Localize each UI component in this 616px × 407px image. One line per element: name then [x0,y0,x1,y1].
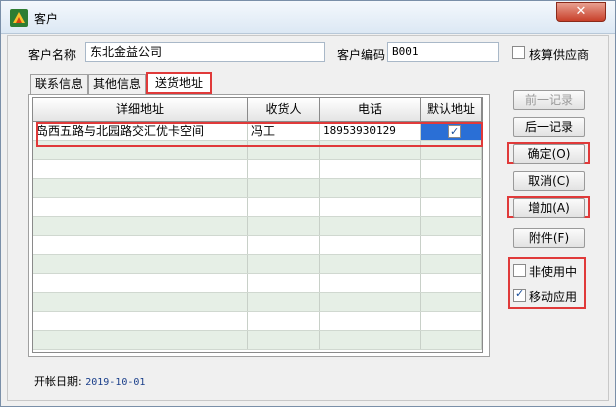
customer-name-field[interactable]: 东北金益公司 [85,42,325,62]
table-row[interactable] [33,331,482,350]
window-title: 客户 [34,12,59,26]
column-header-default[interactable]: 默认地址 [421,98,482,122]
table-cell[interactable] [320,312,421,330]
table-cell[interactable] [320,179,421,197]
table-row[interactable] [33,236,482,255]
table-cell[interactable] [248,198,320,216]
table-cell[interactable] [320,255,421,273]
table-cell[interactable] [320,198,421,216]
table-cell[interactable] [248,331,320,349]
table-row[interactable] [33,274,482,293]
next-record-button[interactable]: 后一记录 [513,117,585,137]
customer-name-label: 客户名称 [28,48,77,62]
table-cell[interactable] [33,312,248,330]
table-cell[interactable] [248,179,320,197]
cancel-button[interactable]: 取消(C) [513,171,585,191]
table-cell[interactable] [421,236,482,254]
table-cell[interactable] [33,217,248,235]
app-logo-icon [10,9,28,27]
tab-contact-info[interactable]: 联系信息 [30,74,88,94]
table-cell[interactable] [33,274,248,292]
customer-code-label: 客户编码 [337,48,386,62]
mobile-app-checkbox[interactable] [513,287,526,302]
table-cell[interactable] [320,331,421,349]
tab-delivery-address[interactable]: 送货地址 [146,72,212,94]
inactive-checkbox[interactable] [513,264,526,277]
prev-record-button[interactable]: 前一记录 [513,90,585,110]
open-date-label: 开帐日期: [34,375,82,388]
table-row[interactable] [33,198,482,217]
column-header-address[interactable]: 详细地址 [33,98,248,122]
table-cell[interactable] [421,160,482,178]
table-cell[interactable] [421,217,482,235]
close-button[interactable]: ✕ [556,2,606,22]
table-cell[interactable] [421,331,482,349]
table-cell[interactable] [248,255,320,273]
highlight-first-row [36,122,483,147]
table-cell[interactable] [248,217,320,235]
table-cell[interactable] [33,293,248,311]
table-cell[interactable] [33,255,248,273]
table-cell[interactable] [421,293,482,311]
table-row[interactable] [33,293,482,312]
table-cell[interactable] [320,217,421,235]
tab-other-info[interactable]: 其他信息 [88,74,146,94]
table-cell[interactable] [248,236,320,254]
open-date-value: 2019-10-01 [85,377,146,388]
table-row[interactable] [33,179,482,198]
open-date: 开帐日期: 2019-10-01 [34,373,145,389]
supplier-checkbox[interactable] [512,46,525,59]
add-button[interactable]: 增加(A) [513,198,585,218]
table-cell[interactable] [421,179,482,197]
table-cell[interactable] [421,312,482,330]
table-cell[interactable] [421,255,482,273]
supplier-check-label: 核算供应商 [529,48,590,62]
table-row[interactable] [33,217,482,236]
table-cell[interactable] [320,160,421,178]
table-cell[interactable] [248,312,320,330]
table-cell[interactable] [33,236,248,254]
grid-header: 详细地址 收货人 电话 默认地址 [33,98,482,122]
table-row[interactable] [33,255,482,274]
table-row[interactable] [33,160,482,179]
table-cell[interactable] [33,179,248,197]
table-cell[interactable] [248,160,320,178]
column-header-receiver[interactable]: 收货人 [248,98,320,122]
customer-code-field[interactable]: B001 [387,42,499,62]
table-cell[interactable] [320,274,421,292]
table-cell[interactable] [248,274,320,292]
table-cell[interactable] [421,274,482,292]
table-cell[interactable] [248,293,320,311]
mobile-app-label: 移动应用 [529,290,578,304]
table-cell[interactable] [320,236,421,254]
grid-rows: 岛西五路与北园路交汇优卡空间 冯工 18953930129 [33,122,482,350]
confirm-button[interactable]: 确定(O) [513,144,585,164]
table-cell[interactable] [421,198,482,216]
table-row[interactable] [33,312,482,331]
column-header-phone[interactable]: 电话 [320,98,421,122]
table-cell[interactable] [33,198,248,216]
table-cell[interactable] [320,293,421,311]
attachment-button[interactable]: 附件(F) [513,228,585,248]
inactive-label: 非使用中 [529,265,578,279]
title-bar: 客户 ✕ [1,1,615,34]
table-cell[interactable] [33,160,248,178]
customer-dialog: 客户 ✕ 客户名称 东北金益公司 客户编码 B001 核算供应商 联系信息 其他… [0,0,616,407]
table-cell[interactable] [33,331,248,349]
